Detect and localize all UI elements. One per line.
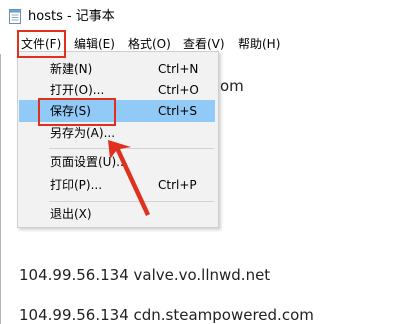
editor-partial-text: om bbox=[220, 77, 244, 95]
menu-help[interactable]: 帮助(H) bbox=[238, 36, 280, 52]
menu-separator bbox=[49, 201, 214, 202]
title-bar: hosts - 记事本 bbox=[0, 0, 410, 32]
menu-item-save-as[interactable]: 另存为(A)... bbox=[19, 122, 215, 144]
window-title: hosts - 记事本 bbox=[28, 9, 115, 24]
editor-line: 104.99.56.134 valve.vo.llnwd.net bbox=[19, 266, 271, 284]
menu-item-label: 另存为(A)... bbox=[50, 126, 116, 140]
file-menu-dropdown: 新建(N) Ctrl+N 打开(O)... Ctrl+O 保存(S) Ctrl+… bbox=[17, 51, 219, 228]
editor-line: 104.99.56.134 cdn.steampowered.com bbox=[19, 306, 314, 324]
menu-format[interactable]: 格式(O) bbox=[128, 36, 171, 52]
menu-item-label: 退出(X) bbox=[50, 207, 92, 221]
menu-item-label: 新建(N) bbox=[50, 62, 93, 76]
menu-item-label: 保存(S) bbox=[50, 104, 91, 118]
notepad-icon bbox=[9, 9, 21, 24]
menu-item-print[interactable]: 打印(P)... Ctrl+P bbox=[19, 174, 215, 196]
menu-item-open[interactable]: 打开(O)... Ctrl+O bbox=[19, 79, 215, 101]
menu-item-label: 打印(P)... bbox=[50, 178, 103, 192]
menu-view[interactable]: 查看(V) bbox=[183, 36, 225, 52]
menu-edit[interactable]: 编辑(E) bbox=[74, 36, 115, 52]
menu-item-label: 页面设置(U)... bbox=[50, 155, 128, 169]
menu-item-label: 打开(O)... bbox=[50, 83, 105, 97]
menu-item-shortcut: Ctrl+P bbox=[158, 178, 197, 192]
menu-file[interactable]: 文件(F) bbox=[21, 36, 61, 52]
menu-item-shortcut: Ctrl+O bbox=[158, 83, 199, 97]
menu-item-new[interactable]: 新建(N) Ctrl+N bbox=[19, 58, 215, 80]
menu-separator bbox=[49, 148, 214, 149]
menu-item-shortcut: Ctrl+S bbox=[158, 104, 198, 118]
editor-left-border bbox=[0, 54, 1, 324]
menu-item-save[interactable]: 保存(S) Ctrl+S bbox=[19, 100, 215, 122]
menu-item-exit[interactable]: 退出(X) bbox=[19, 203, 215, 225]
menu-item-page-setup[interactable]: 页面设置(U)... bbox=[19, 151, 215, 173]
menu-item-shortcut: Ctrl+N bbox=[158, 62, 199, 76]
